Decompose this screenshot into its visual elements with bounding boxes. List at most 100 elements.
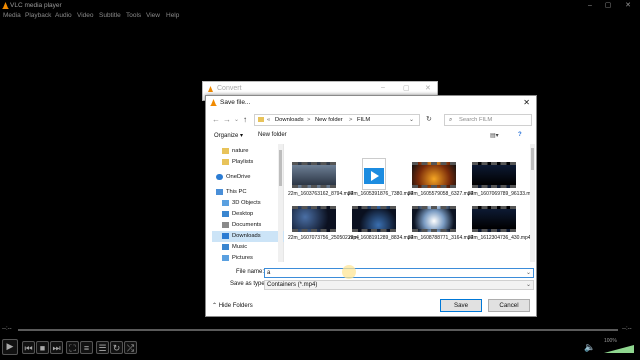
- file-list: 22m_1603763162_8794.mp4 22m_1605391876_73…: [288, 144, 532, 262]
- nav-item-3d-objects[interactable]: 3D Objects: [212, 198, 284, 209]
- nav-scrollbar[interactable]: [278, 144, 283, 262]
- nav-item-downloads[interactable]: Downloads: [212, 231, 284, 242]
- menu-tools[interactable]: Tools: [126, 11, 141, 21]
- menu-bar: Media Playback Audio Video Subtitle Tool…: [0, 11, 640, 21]
- file-name: 22m_1612304736_430.mp4: [468, 235, 531, 241]
- file-name-value: a: [267, 270, 271, 276]
- up-arrow-icon[interactable]: ↑: [243, 115, 247, 124]
- desktop-icon: [222, 211, 229, 217]
- file-item[interactable]: 22m_1612304736_430.mp4: [468, 202, 531, 254]
- menu-video[interactable]: Video: [77, 11, 94, 21]
- nav-item-this-pc[interactable]: This PC: [212, 187, 284, 198]
- picture-icon: [222, 255, 229, 261]
- chevron-down-icon[interactable]: ⌄: [526, 281, 531, 290]
- search-input[interactable]: ⌕ Search FILM: [444, 114, 532, 126]
- volume-icon[interactable]: 🔈: [584, 342, 595, 353]
- nav-item-pictures[interactable]: Pictures: [212, 253, 284, 264]
- file-item[interactable]: 22m_1608788771_3164.mp4: [408, 202, 473, 254]
- files-scrollbar[interactable]: [530, 144, 535, 262]
- nav-item-label: This PC: [226, 189, 247, 195]
- seek-bar[interactable]: [18, 329, 618, 331]
- organize-button[interactable]: Organize ▾: [214, 132, 243, 139]
- minimize-button[interactable]: –: [582, 0, 598, 11]
- dialog-title: Save file...: [220, 99, 251, 106]
- vlc-cone-icon: [210, 99, 217, 106]
- breadcrumb[interactable]: « Downloads > New folder > FILM ⌄: [254, 114, 420, 126]
- playlist-icon[interactable]: ☰: [96, 341, 109, 354]
- loop-icon[interactable]: ↻: [110, 341, 123, 354]
- menu-media[interactable]: Media: [3, 11, 21, 21]
- forward-arrow-icon[interactable]: →: [223, 115, 231, 124]
- save-file-dialog: Save file... ✕ ← → ⌄ ↑ « Downloads > New…: [205, 95, 537, 317]
- nav-scrollbar-thumb[interactable]: [279, 150, 282, 186]
- stop-button[interactable]: ■: [36, 341, 49, 354]
- address-row: ← → ⌄ ↑ « Downloads > New folder > FILM …: [206, 113, 536, 127]
- nav-item-onedrive[interactable]: OneDrive: [212, 172, 284, 183]
- breadcrumb-film[interactable]: FILM: [357, 115, 370, 126]
- new-folder-button[interactable]: New folder: [258, 132, 287, 138]
- view-options-icon[interactable]: ▤▾: [490, 132, 499, 139]
- nav-item-label: nature: [232, 148, 249, 154]
- nav-item-label: Documents: [232, 222, 262, 228]
- file-name-label: File name:: [236, 269, 265, 275]
- chevron-down-icon[interactable]: ⌄: [526, 269, 531, 278]
- time-total: --:--: [622, 326, 632, 332]
- nav-item-nature[interactable]: nature: [212, 146, 284, 157]
- nav-item-playlists[interactable]: Playlists: [212, 157, 284, 168]
- maximize-icon[interactable]: ▢: [403, 84, 410, 92]
- file-item[interactable]: 22m_1608191289_8834.mp4: [348, 202, 414, 254]
- menu-audio[interactable]: Audio: [55, 11, 72, 21]
- nav-item-label: Pictures: [232, 255, 253, 261]
- video-thumbnail-icon: [472, 206, 516, 232]
- menu-help[interactable]: Help: [166, 11, 179, 21]
- help-icon[interactable]: ?: [518, 132, 522, 138]
- close-icon[interactable]: ✕: [425, 84, 431, 92]
- refresh-icon[interactable]: ↻: [426, 115, 432, 123]
- breadcrumb-sep: >: [307, 117, 311, 123]
- seek-row: --:-- --:--: [0, 324, 640, 336]
- previous-button[interactable]: ⏮: [22, 341, 35, 354]
- nav-item-music[interactable]: Music: [212, 242, 284, 253]
- dialog-close-button[interactable]: ✕: [523, 98, 530, 107]
- search-placeholder: Search FILM: [459, 117, 493, 123]
- nav-item-desktop[interactable]: Desktop: [212, 209, 284, 220]
- volume-slider[interactable]: [604, 345, 634, 353]
- nav-item-label: 3D Objects: [232, 200, 261, 206]
- next-button[interactable]: ⏭: [50, 341, 63, 354]
- breadcrumb-sep: >: [349, 117, 353, 123]
- nav-item-documents[interactable]: Documents: [212, 220, 284, 231]
- play-button[interactable]: ▶: [2, 339, 18, 355]
- nav-item-label: Desktop: [232, 211, 254, 217]
- fullscreen-icon[interactable]: ⛶: [66, 341, 79, 354]
- video-thumbnail-icon: [292, 206, 336, 232]
- menu-view[interactable]: View: [146, 11, 160, 21]
- file-name-field[interactable]: a ⌄: [264, 268, 534, 278]
- chevron-up-icon: ⌃: [212, 303, 219, 309]
- file-name: 22m_1608191289_8834.mp4: [348, 235, 414, 241]
- navigation-pane: nature Playlists OneDrive This PC 3D Obj…: [212, 144, 284, 262]
- files-scrollbar-thumb[interactable]: [531, 148, 534, 170]
- cancel-button[interactable]: Cancel: [488, 299, 530, 312]
- time-elapsed: --:--: [2, 326, 12, 332]
- close-button[interactable]: ✕: [620, 0, 636, 11]
- save-as-type-select[interactable]: Containers (*.mp4) ⌄: [264, 280, 534, 290]
- file-name: 22m_1605391876_7380.mp4: [348, 191, 414, 197]
- window-title: VLC media player: [10, 2, 62, 9]
- breadcrumb-downloads[interactable]: Downloads: [275, 115, 304, 126]
- menu-playback[interactable]: Playback: [25, 11, 51, 21]
- minimize-icon[interactable]: –: [381, 84, 385, 91]
- maximize-button[interactable]: ▢: [600, 0, 616, 11]
- shuffle-icon[interactable]: ⤮: [124, 341, 137, 354]
- file-item[interactable]: 22m_1607073756_250502.mp4: [288, 202, 359, 254]
- save-button[interactable]: Save: [440, 299, 482, 312]
- recent-chevron-icon[interactable]: ⌄: [234, 116, 239, 123]
- menu-subtitle[interactable]: Subtitle: [99, 11, 121, 21]
- extended-settings-icon[interactable]: ≡: [80, 341, 93, 354]
- hide-folders-toggle[interactable]: ⌃ Hide Folders: [212, 302, 253, 309]
- back-arrow-icon[interactable]: ←: [212, 115, 220, 124]
- file-name: 22m_1607069789_96133.mp4: [468, 191, 532, 197]
- folder-icon: [222, 148, 229, 154]
- breadcrumb-new-folder[interactable]: New folder: [315, 115, 343, 126]
- video-thumbnail-icon: [472, 162, 516, 188]
- chevron-down-icon[interactable]: ⌄: [409, 115, 414, 126]
